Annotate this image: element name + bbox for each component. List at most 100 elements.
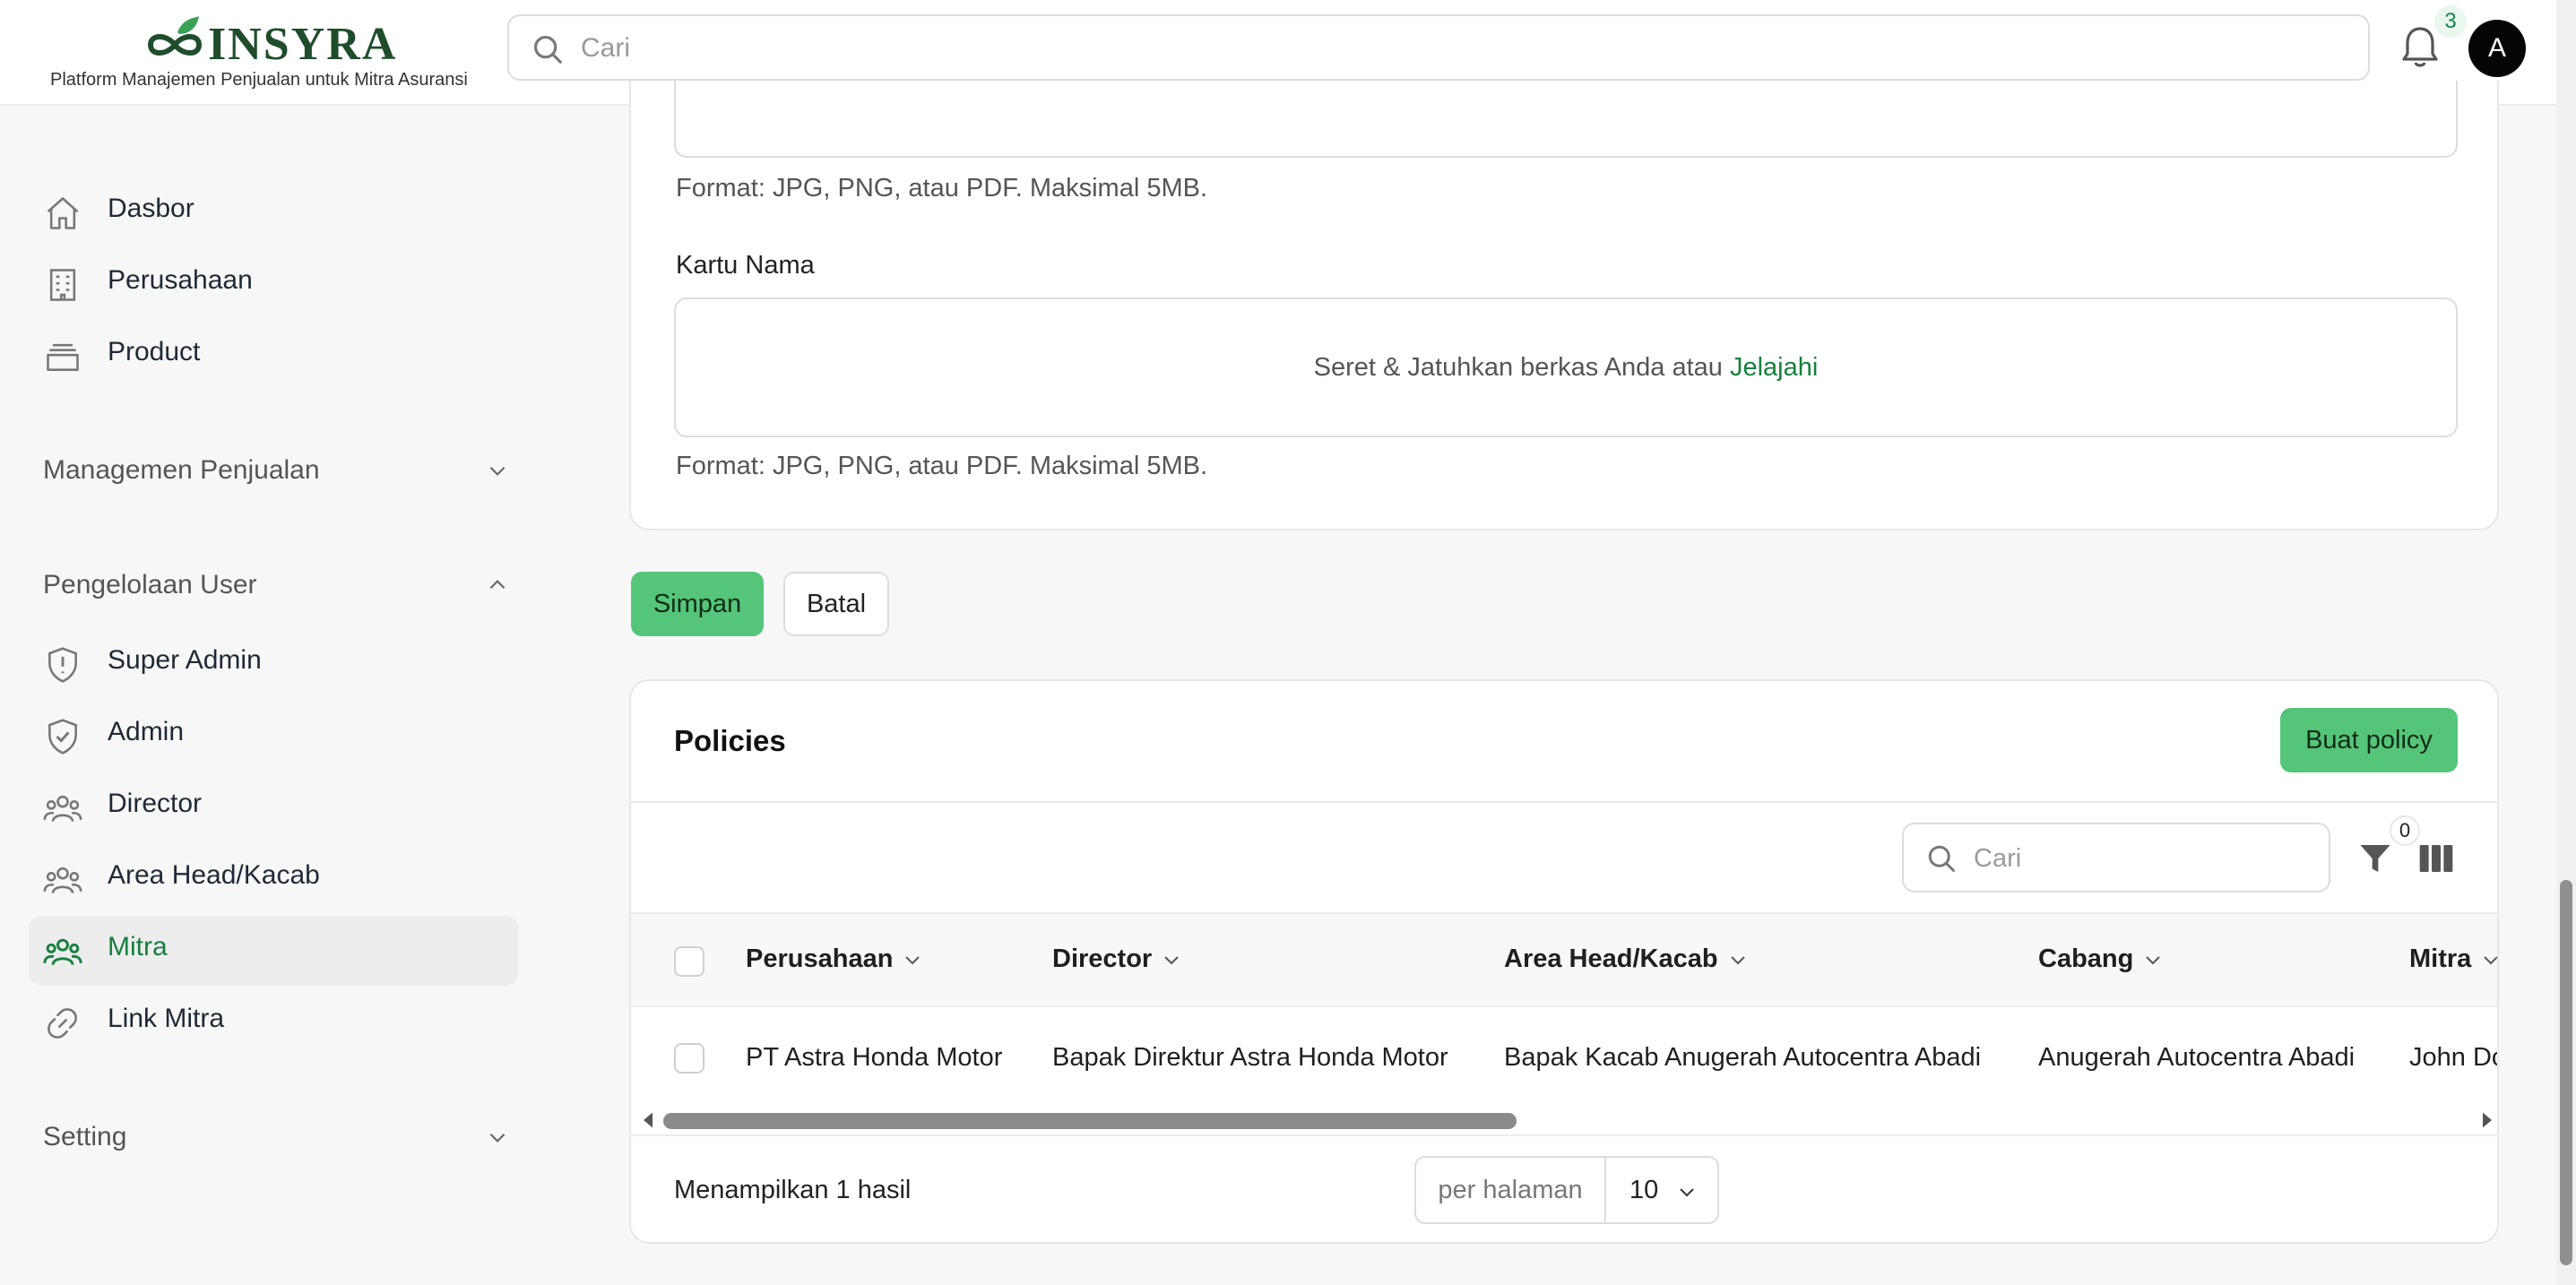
sidebar-item-dasbor[interactable]: Dasbor <box>29 177 518 247</box>
table-search[interactable] <box>1902 823 2330 893</box>
cell-director: Bapak Direktur Astra Honda Motor <box>1052 1043 1448 1072</box>
create-policy-button[interactable]: Buat policy <box>2280 708 2458 772</box>
table-header: Perusahaan Director Area Head/Kacab Caba… <box>631 912 2497 1007</box>
dropzone-text: Seret & Jatuhkan berkas Anda atau <box>1313 353 1723 382</box>
sidebar-item-label: Mitra <box>108 932 168 962</box>
building-icon <box>49 269 76 301</box>
cell-perusahaan: PT Astra Honda Motor <box>746 1043 1003 1072</box>
upload-form-card: Format: JPG, PNG, atau PDF. Maksimal 5MB… <box>629 81 2499 530</box>
brand-logo[interactable]: INSYRA Platform Manajemen Penjualan untu… <box>50 13 471 93</box>
chevron-down-icon <box>489 466 506 476</box>
shield-alert-icon <box>48 647 77 683</box>
infinity-leaf-icon <box>147 16 203 56</box>
table-search-input[interactable] <box>1974 839 2314 878</box>
sidebar-item-label: Perusahaan <box>108 265 253 295</box>
column-header-label: Area Head/Kacab <box>1504 944 1718 973</box>
sidebar-item-product[interactable]: Product <box>29 321 518 391</box>
per-page-label: per halaman <box>1416 1158 1606 1222</box>
home-icon <box>47 197 79 229</box>
table-toolbar: 0 <box>631 801 2497 912</box>
search-icon <box>1928 845 1955 872</box>
per-page-value[interactable]: 10 <box>1606 1158 1717 1222</box>
chevron-down-icon <box>2146 956 2161 965</box>
chevron-up-icon <box>489 580 506 590</box>
users-icon <box>43 867 82 894</box>
column-header-perusahaan[interactable]: Perusahaan <box>746 944 923 974</box>
scroll-left-icon[interactable] <box>640 1111 656 1129</box>
select-all-checkbox[interactable] <box>674 946 705 977</box>
sidebar-item-label: Area Head/Kacab <box>108 860 320 890</box>
section-setting[interactable]: Setting <box>43 1117 509 1161</box>
section-managemen-penjualan[interactable]: Managemen Penjualan <box>43 450 509 495</box>
section-label: Setting <box>43 1122 127 1151</box>
format-hint: Format: JPG, PNG, atau PDF. Maksimal 5MB… <box>676 174 1208 203</box>
shield-check-icon <box>48 719 77 755</box>
column-header-label: Mitra <box>2409 944 2472 973</box>
filter-icon[interactable] <box>2357 841 2393 876</box>
scrollbar-thumb[interactable] <box>663 1113 1517 1129</box>
sidebar-item-label: Product <box>108 337 201 367</box>
sidebar-item-link-mitra[interactable]: Link Mitra <box>29 987 518 1057</box>
sidebar-item-label: Link Mitra <box>108 1004 225 1033</box>
chevron-down-icon <box>1164 956 1179 965</box>
chevron-down-icon <box>1730 956 1745 965</box>
brand-tagline: Platform Manajemen Penjualan untuk Mitra… <box>50 70 468 90</box>
notification-badge: 3 <box>2434 5 2467 38</box>
search-icon <box>533 35 562 64</box>
sidebar-item-label: Dasbor <box>108 194 194 223</box>
policies-title: Policies <box>674 724 786 757</box>
sidebar-item-area-head[interactable]: Area Head/Kacab <box>29 844 518 914</box>
sidebar-item-label: Admin <box>108 717 185 746</box>
section-label: Pengelolaan User <box>43 570 257 599</box>
brand-name: INSYRA <box>208 19 398 70</box>
chevron-down-icon <box>1680 1188 1694 1197</box>
column-header-area-head[interactable]: Area Head/Kacab <box>1504 944 1749 974</box>
box-icon <box>47 343 79 371</box>
save-button[interactable]: Simpan <box>631 572 764 636</box>
cell-cabang: Anugerah Autocentra Abadi <box>2038 1043 2356 1072</box>
vertical-scrollbar[interactable] <box>2556 0 2576 1285</box>
sidebar-item-admin[interactable]: Admin <box>29 701 518 771</box>
search-input[interactable] <box>581 29 2284 68</box>
browse-link[interactable]: Jelajahi <box>1730 353 1818 382</box>
column-header-label: Cabang <box>2038 944 2134 973</box>
users-icon <box>43 795 82 823</box>
chevron-down-icon <box>489 1133 506 1143</box>
per-page-select[interactable]: per halaman 10 <box>1414 1156 1719 1224</box>
sidebar-item-perusahaan[interactable]: Perusahaan <box>29 249 518 319</box>
business-card-label: Kartu Nama <box>676 251 815 280</box>
format-hint: Format: JPG, PNG, atau PDF. Maksimal 5MB… <box>676 452 1208 480</box>
section-label: Managemen Penjualan <box>43 455 320 485</box>
avatar[interactable]: A <box>2468 20 2526 77</box>
bell-icon[interactable] <box>2399 23 2442 73</box>
column-header-mitra[interactable]: Mitra <box>2409 944 2497 974</box>
table-footer: Menampilkan 1 hasil per halaman 10 <box>631 1134 2497 1242</box>
sidebar-item-label: Super Admin <box>108 645 262 675</box>
cell-area-head: Bapak Kacab Anugerah Autocentra Abadi <box>1504 1043 1982 1072</box>
scroll-right-icon[interactable] <box>2479 1111 2495 1129</box>
filter-count-badge: 0 <box>2390 815 2420 846</box>
link-icon <box>48 1008 77 1039</box>
column-header-director[interactable]: Director <box>1052 944 1182 974</box>
users-icon <box>43 938 82 966</box>
sidebar: Dasbor Perusahaan Product Managemen Penj… <box>0 108 538 1285</box>
columns-icon[interactable] <box>2418 841 2454 876</box>
per-page-number: 10 <box>1629 1176 1659 1204</box>
table-row[interactable]: PT Astra Honda Motor Bapak Direktur Astr… <box>631 1007 2499 1106</box>
scrollbar-thumb[interactable] <box>2560 880 2572 1265</box>
chevron-down-icon <box>905 956 921 965</box>
sidebar-item-director[interactable]: Director <box>29 772 518 842</box>
sidebar-item-mitra[interactable]: Mitra <box>29 916 518 986</box>
cancel-button[interactable]: Batal <box>783 572 889 636</box>
chevron-down-icon <box>2484 956 2497 965</box>
global-search[interactable] <box>507 14 2370 81</box>
column-header-cabang[interactable]: Cabang <box>2038 944 2164 974</box>
file-dropzone[interactable] <box>674 81 2458 158</box>
section-pengelolaan-user[interactable]: Pengelolaan User <box>43 565 509 609</box>
business-card-dropzone[interactable]: Seret & Jatuhkan berkas Anda atau Jelaja… <box>674 298 2458 437</box>
sidebar-item-super-admin[interactable]: Super Admin <box>29 629 518 699</box>
column-header-label: Perusahaan <box>746 944 894 973</box>
row-checkbox[interactable] <box>674 1043 705 1074</box>
cell-mitra: John Do <box>2409 1043 2499 1072</box>
horizontal-scrollbar[interactable] <box>631 1106 2497 1133</box>
